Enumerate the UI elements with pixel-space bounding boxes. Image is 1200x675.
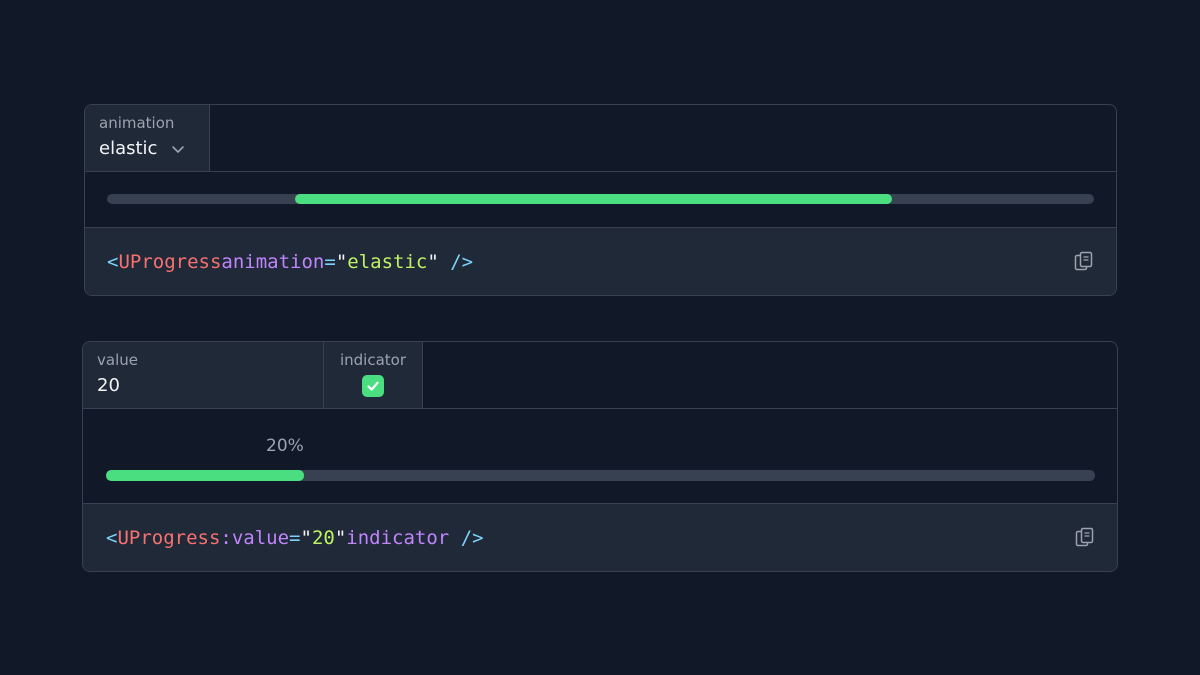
code-value: 20 [311,526,335,549]
code-attr-indicator: indicator [346,526,450,549]
code-component: UProgress [117,526,221,549]
code-open-bracket: < [106,526,118,549]
controls-bar: animation elastic [85,105,1116,172]
code-eq: = [324,250,336,273]
code-attr: :value [220,526,290,549]
check-icon [367,381,379,391]
code-quote-open: " [335,250,348,273]
code-attr: animation [221,250,325,273]
code-open-bracket: < [107,250,119,273]
code-snippet: < UProgress animation = " elastic " /> [85,228,1116,295]
code-value: elastic [347,250,428,273]
clipboard-copy-icon[interactable] [1075,527,1095,549]
progress-animation-demo: animation elastic < UProgress animation = "… [84,104,1117,296]
value-field[interactable]: 20 [97,375,120,397]
indicator-toggle[interactable]: indicator [324,342,423,408]
progress-preview: 20% [83,409,1117,504]
progress-fill [106,470,304,481]
controls-bar: value 20 indicator [83,342,1117,409]
animation-select[interactable]: animation elastic [85,105,210,171]
progress-track [106,470,1095,481]
code-quote-close: " [427,250,439,273]
value-label: value [97,351,138,369]
progress-track [107,194,1094,204]
animation-label: animation [99,114,175,132]
code-eq: = [289,526,301,549]
clipboard-copy-icon[interactable] [1074,251,1094,273]
progress-preview [85,172,1116,228]
code-close: /> [438,250,474,273]
code-close: /> [449,526,484,549]
code-quote-close: " [334,526,347,549]
indicator-checkbox[interactable] [362,375,384,397]
value-input[interactable]: value 20 [83,342,324,408]
indicator-label: indicator [339,351,407,369]
progress-fill [294,194,892,204]
progress-indicator: 20% [266,436,304,456]
animation-value: elastic [99,138,158,159]
code-quote-open: " [300,526,312,549]
code-component: UProgress [118,250,222,273]
code-snippet: < UProgress :value = " 20 " indicator /> [83,504,1117,571]
chevron-down-icon [172,146,185,153]
progress-value-demo: value 20 indicator 20% < UProgress :value… [82,341,1118,572]
